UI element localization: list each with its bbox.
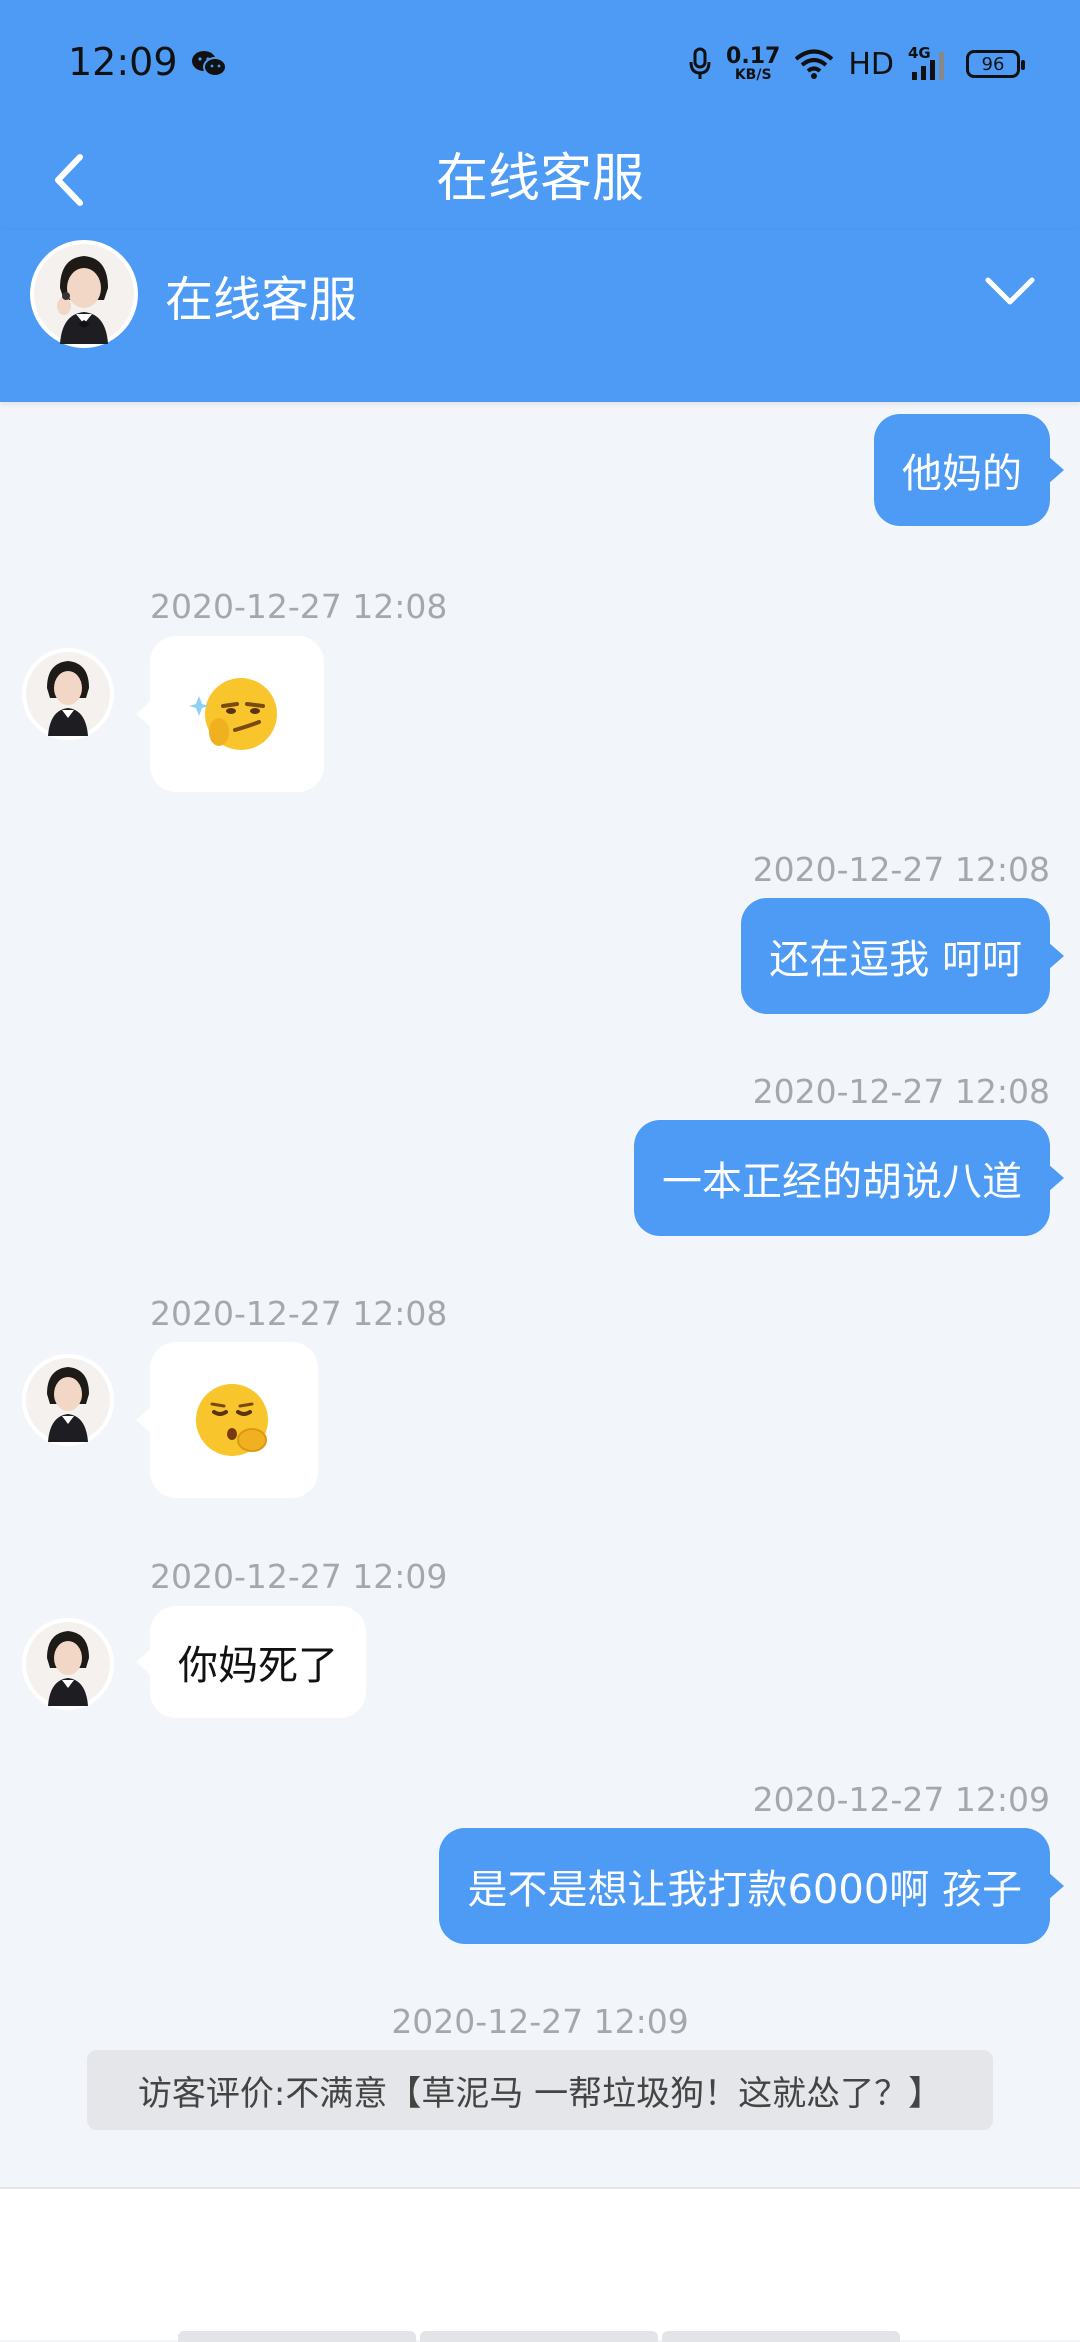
outgoing-message-bubble[interactable]: 是不是想让我打款6000啊 孩子 — [439, 1828, 1064, 1944]
outgoing-message-bubble[interactable]: 他妈的 — [874, 414, 1064, 526]
message-timestamp: 2020-12-27 12:08 — [752, 1072, 1050, 1111]
outgoing-message-bubble[interactable]: 一本正经的胡说八道 — [634, 1120, 1064, 1236]
page-title: 在线客服 — [435, 149, 644, 209]
incoming-message-bubble[interactable] — [136, 636, 324, 792]
chat-area[interactable]: 他妈的 2020-12-27 12:08 2020-12-27 12:08 还在… — [0, 402, 1080, 2187]
status-indicators: 0.17 KB/S HD 4G 96 — [688, 44, 1025, 84]
cell-signal-icon: 4G — [908, 44, 952, 82]
message-text: 他妈的 — [902, 451, 1022, 497]
visitor-rating-notice: 访客评价:不满意【草泥马 一帮垃圾狗！这就怂了？】 — [87, 2050, 993, 2130]
rating-timestamp: 2020-12-27 12:09 — [391, 2002, 689, 2041]
message-text: 一本正经的胡说八道 — [662, 1159, 1022, 1205]
message-timestamp: 2020-12-27 12:08 — [150, 1294, 448, 1333]
input-area[interactable] — [0, 2187, 1080, 2342]
agent-header[interactable]: 在线客服 — [0, 230, 1080, 402]
status-time: 12:09 — [68, 40, 178, 84]
toolbar-tab[interactable] — [662, 2331, 900, 2342]
smirk-emoji-icon — [189, 678, 277, 750]
agent-name: 在线客服 — [165, 272, 358, 328]
toolbar-tab[interactable] — [420, 2331, 658, 2342]
message-timestamp: 2020-12-27 12:09 — [752, 1780, 1050, 1819]
hd-indicator: HD — [848, 46, 894, 82]
shush-emoji-icon — [196, 1384, 268, 1456]
outgoing-message-bubble[interactable]: 还在逗我 呵呵 — [741, 898, 1064, 1014]
wechat-icon — [192, 51, 227, 77]
agent-avatar — [22, 648, 114, 740]
wifi-icon — [795, 49, 834, 79]
message-timestamp: 2020-12-27 12:08 — [752, 850, 1050, 889]
agent-avatar — [30, 240, 138, 348]
microphone-icon — [689, 47, 711, 79]
network-speed-unit: KB/S — [734, 67, 772, 83]
agent-avatar — [22, 1618, 114, 1710]
agent-avatar — [22, 1354, 114, 1446]
incoming-message-bubble[interactable] — [136, 1342, 318, 1498]
toolbar-tab[interactable] — [178, 2331, 416, 2342]
title-bar: 在线客服 — [0, 130, 1080, 230]
message-timestamp: 2020-12-27 12:09 — [150, 1557, 448, 1596]
message-text: 是不是想让我打款6000啊 孩子 — [467, 1867, 1022, 1913]
message-text: 还在逗我 呵呵 — [769, 937, 1022, 983]
message-timestamp: 2020-12-27 12:08 — [150, 587, 448, 626]
bottom-toolbar — [178, 2331, 900, 2342]
incoming-message-bubble[interactable]: 你妈死了 — [136, 1606, 366, 1718]
battery-indicator: 96 — [966, 50, 1025, 78]
network-speed: 0.17 KB/S — [726, 44, 781, 83]
message-text: 你妈死了 — [178, 1643, 338, 1689]
chevron-down-icon[interactable] — [980, 270, 1040, 310]
status-bar: 12:09 0.17 KB/S HD 4G 96 — [0, 0, 1080, 130]
network-speed-value: 0.17 — [726, 44, 781, 69]
